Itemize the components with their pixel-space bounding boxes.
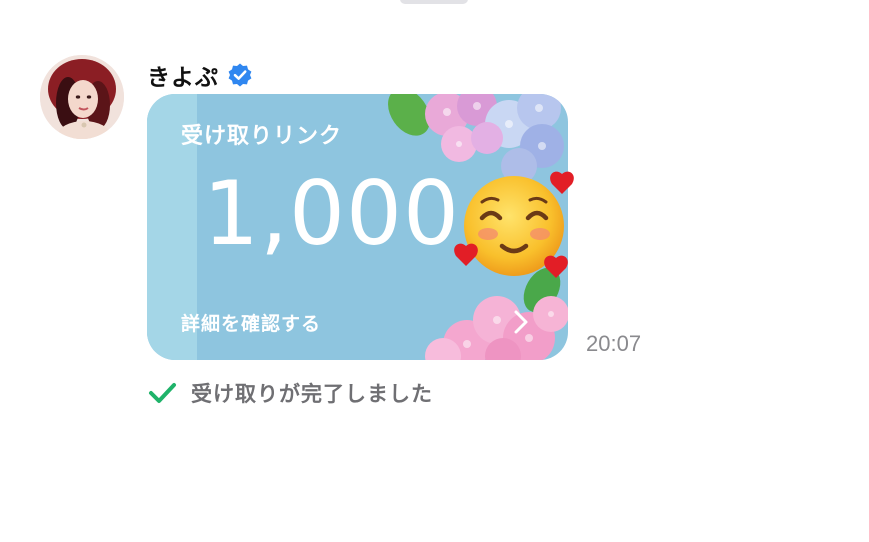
status-row: 受け取りが完了しました: [147, 378, 433, 408]
card-title: 受け取りリンク: [181, 124, 343, 149]
message-time: 20:07: [586, 331, 642, 356]
avatar[interactable]: [40, 55, 124, 139]
smiling-face-with-hearts-icon: [454, 171, 574, 278]
chat-screen: きよぷ 受け取りリンク 1,000 詳細を確認する 20:07 受け取りが完了し…: [0, 0, 869, 542]
chevron-right-icon[interactable]: [507, 302, 535, 342]
top-handle[interactable]: [400, 0, 468, 4]
verified-badge-icon: [228, 63, 252, 87]
status-text: 受け取りが完了しました: [191, 382, 433, 406]
check-icon: [149, 383, 176, 403]
sender-row: きよぷ: [147, 58, 253, 92]
detail-link[interactable]: 詳細を確認する: [181, 309, 321, 336]
sender-name[interactable]: きよぷ: [147, 58, 219, 92]
card-amount: 1,000: [203, 162, 460, 265]
avatar-image: [40, 55, 124, 139]
